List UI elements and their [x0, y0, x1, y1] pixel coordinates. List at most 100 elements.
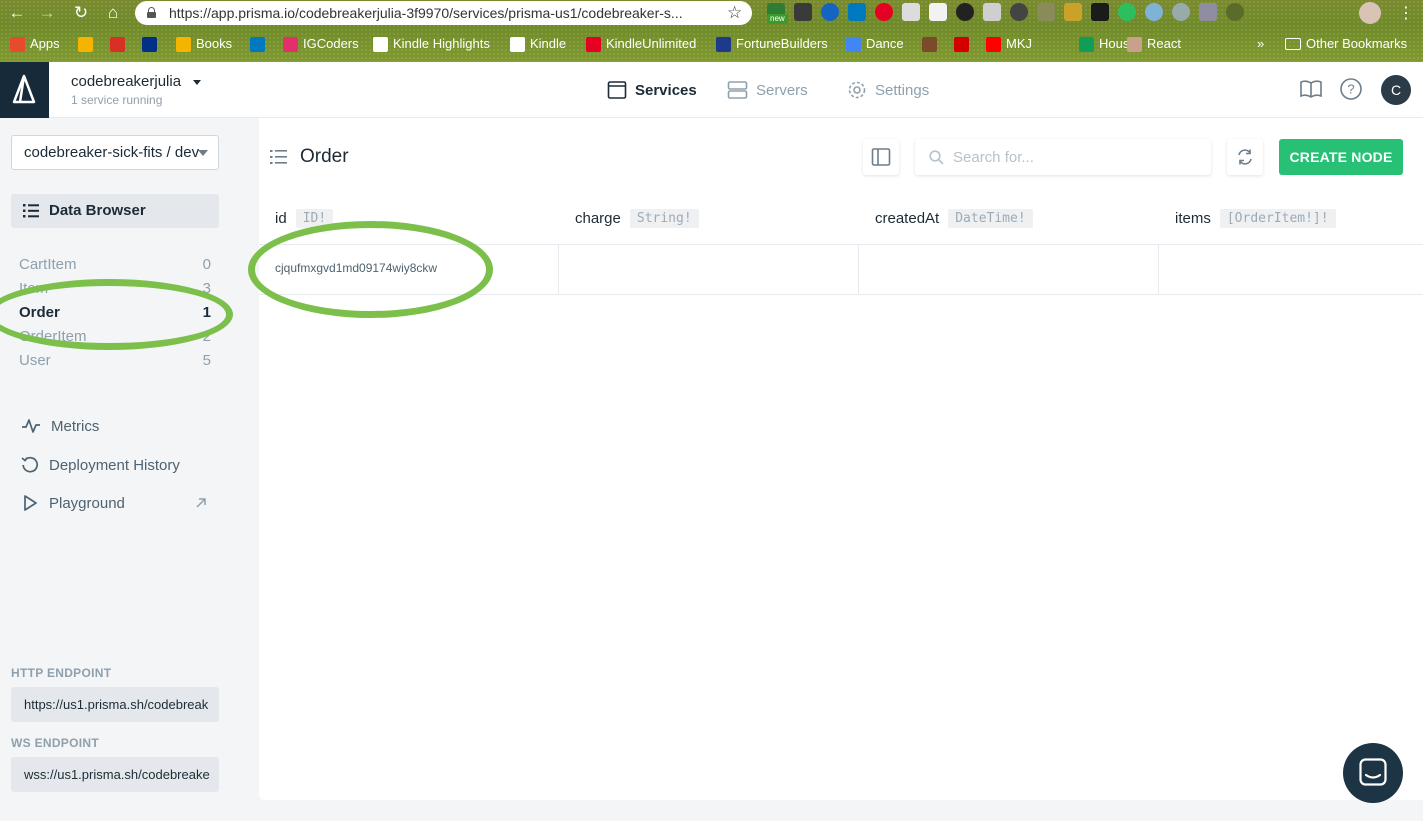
bookmark-label: Books — [196, 36, 233, 51]
column-name: charge — [575, 209, 621, 227]
extension-icon[interactable] — [1010, 3, 1028, 21]
create-node-button[interactable]: CREATE NODE — [1279, 139, 1403, 175]
folder-icon — [1285, 38, 1301, 50]
bookmark-item[interactable] — [922, 33, 937, 55]
evernote-icon[interactable] — [1118, 3, 1136, 21]
model-count: 0 — [202, 256, 211, 273]
model-name: User — [19, 352, 51, 369]
extension-icon[interactable] — [1226, 3, 1244, 21]
column-type: String! — [629, 208, 699, 228]
ws-endpoint-label: WS ENDPOINT — [11, 736, 99, 750]
bookmark-item[interactable]: KindleUnlimited — [586, 33, 696, 55]
bookmark-item[interactable] — [110, 33, 125, 55]
project-name[interactable]: codebreakerjulia — [71, 73, 181, 90]
help-icon[interactable]: ? — [1339, 77, 1363, 101]
column-header-charge[interactable]: charge String! — [575, 206, 699, 230]
bookmark-item[interactable]: Books — [176, 33, 232, 55]
cell-charge[interactable] — [559, 245, 859, 294]
trello-icon[interactable] — [848, 3, 866, 21]
docs-book-icon[interactable] — [1299, 77, 1323, 101]
chevron-down-icon[interactable] — [193, 80, 201, 85]
stage-select[interactable]: codebreaker-sick-fits / dev — [11, 135, 219, 170]
bookmark-item[interactable]: IGCoders — [283, 33, 359, 55]
extension-icon[interactable] — [1199, 3, 1217, 21]
pinterest-icon[interactable] — [875, 3, 893, 21]
nav-services[interactable]: Services — [607, 62, 697, 118]
bookmark-item[interactable]: Dance — [846, 33, 904, 55]
toggle-sidebar-button[interactable] — [863, 139, 899, 175]
chat-button[interactable] — [1343, 743, 1403, 803]
bookmark-item[interactable]: Kindle Highlights — [373, 33, 490, 55]
bookmark-item[interactable] — [142, 33, 157, 55]
bookmark-label: FortuneBuilders — [736, 36, 828, 51]
bookmark-item[interactable] — [78, 33, 93, 55]
bookmark-item[interactable] — [954, 33, 969, 55]
search-input[interactable] — [953, 139, 1203, 175]
column-type: DateTime! — [948, 208, 1033, 228]
cell-createdat[interactable] — [859, 245, 1159, 294]
deployment-history-label: Deployment History — [49, 456, 180, 474]
pinterest-icon — [586, 36, 601, 52]
bookmark-label: IGCoders — [303, 36, 359, 51]
forward-arrow-icon[interactable]: → — [36, 2, 58, 24]
bookmark-item[interactable]: Kindle — [510, 33, 566, 55]
home-icon[interactable]: ⌂ — [102, 2, 124, 24]
fb-icon — [716, 36, 731, 52]
bookmark-star-icon[interactable]: ☆ — [727, 3, 742, 23]
extension-icon[interactable] — [929, 3, 947, 21]
bookmark-item[interactable]: FortuneBuilders — [716, 33, 828, 55]
profile-icon[interactable] — [1359, 2, 1381, 24]
prisma-logo[interactable] — [0, 62, 49, 118]
sidebar-item-data-browser[interactable]: Data Browser — [11, 194, 219, 228]
address-bar[interactable]: https://app.prisma.io/codebreakerjulia-3… — [135, 1, 752, 25]
reload-icon[interactable]: ↻ — [70, 2, 92, 24]
other-bookmarks[interactable]: Other Bookmarks — [1285, 33, 1407, 55]
extension-icon[interactable] — [983, 3, 1001, 21]
bookmark-item[interactable] — [250, 33, 265, 55]
avatar[interactable]: C — [1381, 75, 1411, 105]
column-header-items[interactable]: items [OrderItem!]! — [1175, 206, 1336, 230]
menu-dots-icon[interactable]: ⋮ — [1398, 3, 1414, 23]
cell-items[interactable] — [1159, 245, 1423, 294]
vue-devtools-icon[interactable] — [1037, 3, 1055, 21]
bookmark-item[interactable]: React — [1127, 33, 1181, 55]
drive-icon — [1079, 36, 1094, 52]
column-name: id — [275, 209, 287, 227]
column-header-createdat[interactable]: createdAt DateTime! — [875, 206, 1033, 230]
trello-icon — [250, 36, 265, 52]
column-name: createdAt — [875, 209, 940, 227]
extension-icon[interactable] — [1172, 3, 1190, 21]
instagram-icon — [283, 36, 298, 52]
page-title: Order — [300, 146, 349, 167]
refresh-button[interactable] — [1227, 139, 1263, 175]
stage-select-value: codebreaker-sick-fits / dev — [24, 144, 200, 161]
search-icon — [929, 150, 944, 165]
react-devtools-icon[interactable] — [956, 3, 974, 21]
extension-icon[interactable] — [794, 3, 812, 21]
back-arrow-icon[interactable]: ← — [6, 2, 28, 24]
play-icon — [24, 495, 37, 511]
nav-settings[interactable]: Settings — [847, 62, 929, 118]
nav-servers[interactable]: Servers — [727, 62, 808, 118]
sidebar-link-metrics[interactable]: Metrics — [21, 415, 99, 437]
extension-icon[interactable] — [902, 3, 920, 21]
ws-endpoint-field[interactable]: wss://us1.prisma.sh/codebreake — [11, 757, 219, 792]
buffer-icon[interactable] — [1091, 3, 1109, 21]
extension-icon[interactable] — [1145, 3, 1163, 21]
sidebar-model-cartitem[interactable]: CartItem 0 — [19, 256, 211, 278]
bookmark-item[interactable]: MKJ — [986, 33, 1032, 55]
more-bookmarks[interactable]: » — [1257, 33, 1264, 55]
sidebar-link-playground[interactable]: Playground — [21, 492, 211, 514]
search-field[interactable] — [915, 139, 1211, 175]
http-endpoint-field[interactable]: https://us1.prisma.sh/codebreak — [11, 687, 219, 722]
url-text: https://app.prisma.io/codebreakerjulia-3… — [169, 5, 683, 21]
docs-icon — [846, 36, 861, 52]
bookmark-item[interactable]: Apps — [10, 33, 60, 55]
nav-settings-label: Settings — [875, 81, 930, 99]
server-icon — [727, 81, 748, 99]
drive-icon — [176, 36, 191, 52]
sidebar-link-deployment-history[interactable]: Deployment History — [21, 454, 180, 476]
sidebar-model-user[interactable]: User 5 — [19, 352, 211, 374]
extension-icon[interactable] — [1064, 3, 1082, 21]
extension-icon[interactable] — [821, 3, 839, 21]
